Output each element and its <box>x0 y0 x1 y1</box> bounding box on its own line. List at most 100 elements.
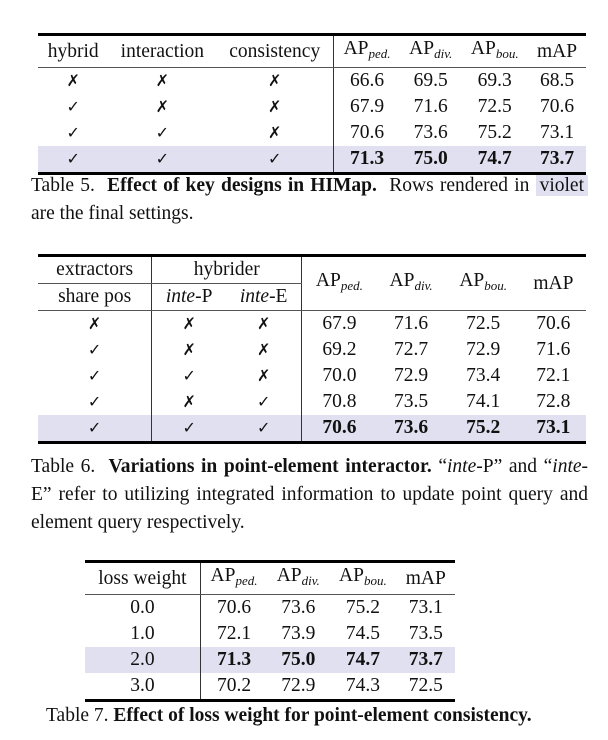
table-row: ✗ ✗ ✗ 66.6 69.5 69.3 68.5 <box>38 67 586 94</box>
caption-text: and <box>508 456 538 477</box>
caption-text: Rows rendered in <box>389 175 530 196</box>
caption-term: inte <box>447 456 477 477</box>
flag-cell: ✓ <box>38 146 109 175</box>
table-row-highlighted: 2.0 71.3 75.0 74.7 73.7 <box>85 647 455 673</box>
value-cell: 72.5 <box>466 313 501 334</box>
flag-cell: ✓ <box>38 415 153 444</box>
value-cell: 70.6 <box>536 313 571 334</box>
flag-cell: ✗ <box>182 340 196 359</box>
weight-cell: 2.0 <box>85 647 201 673</box>
flag-cell: ✓ <box>38 389 153 415</box>
value-cell: 71.6 <box>536 339 571 360</box>
flag-cell: ✓ <box>66 123 80 142</box>
caption-term: inte <box>552 456 582 477</box>
table-row: ✓ ✓ ✗ 70.0 72.9 73.4 72.1 <box>38 363 586 389</box>
value-cell: 75.0 <box>267 647 330 673</box>
table-6-caption: Table 6. Variations in point-element int… <box>31 456 589 533</box>
value-cell: 71.6 <box>394 313 429 334</box>
flag-cell: ✓ <box>182 366 196 385</box>
flag-cell: ✓ <box>151 415 227 444</box>
value-cell: 70.2 <box>200 673 268 702</box>
value-cell: 75.2 <box>345 597 380 618</box>
value-cell: 73.5 <box>394 391 429 412</box>
weight-cell: 0.0 <box>85 594 201 621</box>
flag-cell: ✗ <box>66 71 80 90</box>
caption-label: Table 7. <box>46 705 109 726</box>
value-cell: 68.5 <box>539 70 575 91</box>
value-cell: 73.1 <box>408 597 443 618</box>
table-row: ✓ ✗ ✗ 67.9 71.6 72.5 70.6 <box>38 94 586 120</box>
header-map: mAP <box>396 560 455 595</box>
table-5-key-designs: hybrid interaction consistency APped. AP… <box>38 33 586 175</box>
value-cell: 74.3 <box>329 673 397 702</box>
header-ap-bou: APbou. <box>461 33 529 68</box>
flag-cell: ✗ <box>216 120 335 146</box>
value-cell: 74.1 <box>466 391 501 412</box>
value-cell: 73.1 <box>520 415 586 444</box>
table-row: ✓ ✓ ✗ 70.6 73.6 75.2 73.1 <box>38 120 586 146</box>
flag-cell: ✗ <box>182 314 196 333</box>
flag-cell: ✓ <box>226 389 303 415</box>
caption-title: Effect of key designs in HIMap. <box>107 175 377 196</box>
table-5-caption: Table 5. Effect of key designs in HIMap.… <box>31 172 588 228</box>
caption-text: refer to utilizing integrated informatio… <box>31 484 588 533</box>
value-cell: 73.7 <box>396 647 455 673</box>
value-cell: 72.9 <box>394 365 429 386</box>
flag-cell: ✗ <box>226 363 303 389</box>
flag-cell: ✗ <box>226 337 303 363</box>
header-hybrid: hybrid <box>38 33 109 68</box>
value-cell: 69.3 <box>477 70 512 91</box>
header-ap-ped: APped. <box>200 560 268 595</box>
caption-term: -P <box>476 456 494 477</box>
table-group-header-row: extractors hybrider APped. APdiv. APbou.… <box>38 254 586 311</box>
value-cell: 67.9 <box>322 313 357 334</box>
value-cell: 70.8 <box>322 391 357 412</box>
table-6-interactor-variations: extractors hybrider APped. APdiv. APbou.… <box>38 254 586 444</box>
value-cell: 70.0 <box>322 365 357 386</box>
flag-cell: ✓ <box>108 146 217 175</box>
value-cell: 73.4 <box>466 365 501 386</box>
weight-cell: 3.0 <box>85 673 201 702</box>
value-cell: 72.9 <box>267 673 330 702</box>
header-extractors: extractors <box>38 254 153 284</box>
value-cell: 71.6 <box>413 96 448 117</box>
flag-cell: ✗ <box>155 97 170 116</box>
flag-cell: ✓ <box>226 415 303 444</box>
table-row: 1.0 72.1 73.9 74.5 73.5 <box>85 621 455 647</box>
header-ap-div: APdiv. <box>267 560 330 595</box>
table-7-caption: Table 7. Effect of loss weight for point… <box>46 702 586 730</box>
header-ap-div: APdiv. <box>400 33 462 68</box>
header-map: mAP <box>520 254 586 311</box>
header-ap-div: APdiv. <box>376 254 446 311</box>
header-ap-bou: APbou. <box>445 254 521 311</box>
header-inte-p: inte-P <box>151 283 227 311</box>
table-7-loss-weight: loss weight APped. APdiv. APbou. mAP 0.0… <box>85 560 455 702</box>
header-ap-ped: APped. <box>301 254 377 311</box>
header-consistency: consistency <box>216 33 335 68</box>
flag-cell: ✓ <box>38 363 153 389</box>
caption-text: are the final settings. <box>31 203 194 224</box>
value-cell: 72.7 <box>394 339 429 360</box>
flag-cell: ✗ <box>38 310 153 337</box>
value-cell: 67.9 <box>350 96 385 117</box>
value-cell: 71.3 <box>333 146 401 175</box>
caption-title: Effect of loss weight for point-element … <box>113 705 532 726</box>
value-cell: 70.6 <box>301 415 377 444</box>
flag-cell: ✓ <box>38 337 153 363</box>
value-cell: 73.1 <box>539 122 575 143</box>
table-header-row: loss weight APped. APdiv. APbou. mAP <box>85 560 455 595</box>
table-row: ✓ ✗ ✓ 70.8 73.5 74.1 72.8 <box>38 389 586 415</box>
value-cell: 66.6 <box>350 70 385 91</box>
flag-cell: ✗ <box>216 67 335 94</box>
table-header-row: hybrid interaction consistency APped. AP… <box>38 33 586 68</box>
flag-cell: ✗ <box>155 71 170 90</box>
violet-swatch-word: violet <box>535 175 588 196</box>
flag-cell: ✗ <box>226 310 303 337</box>
flag-cell: ✓ <box>155 123 170 142</box>
value-cell: 73.7 <box>528 146 586 175</box>
value-cell: 70.6 <box>539 96 575 117</box>
header-hybrider: hybrider <box>151 254 303 284</box>
flag-cell: ✓ <box>216 146 335 175</box>
header-interaction: interaction <box>108 33 217 68</box>
value-cell: 70.6 <box>216 597 252 618</box>
